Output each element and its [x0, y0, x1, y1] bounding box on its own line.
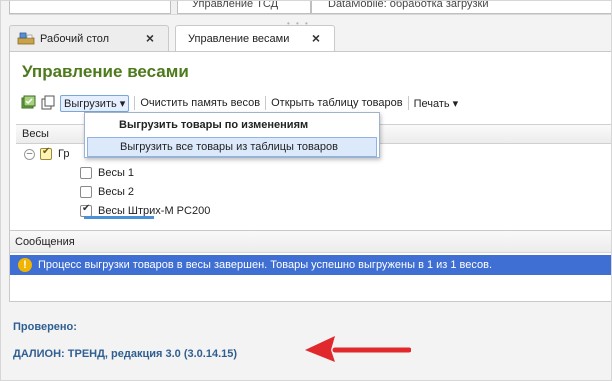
chevron-down-icon: ▾	[119, 97, 126, 110]
app-window: Управление ТСД DataMobile: обработка заг…	[0, 0, 612, 381]
group-checkbox[interactable]	[40, 146, 52, 160]
top-field-0[interactable]	[9, 1, 171, 14]
warning-icon: !	[18, 258, 32, 272]
unload-dropdown-menu: Выгрузить товары по изменениям Выгрузить…	[84, 112, 380, 158]
edit-check-icon[interactable]	[20, 95, 36, 111]
chevron-down-icon: ▾	[452, 97, 459, 110]
page-title: Управление весами	[22, 62, 189, 81]
unload-label: Выгрузить	[64, 97, 117, 110]
open-table-button[interactable]: Открыть таблицу товаров	[271, 97, 402, 109]
print-dropdown-button[interactable]: Печать ▾	[414, 97, 459, 110]
clear-memory-button[interactable]: Очистить память весов	[140, 97, 260, 109]
top-panel-strip: Управление ТСД DataMobile: обработка заг…	[9, 1, 611, 15]
toolbar: Выгрузить ▾ Очистить память весов Открыт…	[20, 92, 458, 114]
desktop-icon	[17, 32, 35, 45]
table-row[interactable]: Весы 1	[80, 164, 134, 182]
scale-checkbox[interactable]	[80, 167, 92, 179]
menu-item-unload-all[interactable]: Выгрузить все товары из таблицы товаров	[87, 137, 377, 157]
toolbar-divider	[265, 96, 267, 110]
release-link[interactable]: ДАЛИОН: ТРЕНД, редакция 3.0 (3.0.14.15)	[13, 348, 237, 360]
scale-label: Весы 2	[98, 186, 135, 198]
selected-row-marker	[84, 216, 154, 219]
scale-checkbox[interactable]	[80, 186, 92, 198]
collapse-toggle-icon[interactable]: –	[24, 148, 35, 160]
group-label: Гр	[58, 148, 70, 160]
unload-dropdown-button[interactable]: Выгрузить ▾	[60, 94, 130, 112]
tab-desktop[interactable]: Рабочий стол ×	[9, 25, 169, 51]
copy-icon[interactable]	[40, 95, 56, 111]
tab-desktop-label: Рабочий стол	[40, 32, 110, 45]
red-arrow-icon	[305, 336, 411, 362]
tab-desktop-close-icon[interactable]: ×	[146, 30, 154, 46]
toolbar-divider	[407, 96, 409, 110]
tab-scales-management[interactable]: Управление весами ×	[175, 25, 335, 52]
table-row[interactable]: Весы 2	[80, 183, 134, 201]
toolbar-divider	[134, 96, 136, 110]
tree-group-row[interactable]: – Гр	[24, 145, 69, 163]
article-footer: Проверено: ДАЛИОН: ТРЕНД, редакция 3.0 (…	[1, 304, 611, 380]
menu-item-unload-changes[interactable]: Выгрузить товары по изменениям	[87, 115, 377, 135]
top-field-tsd[interactable]: Управление ТСД	[177, 1, 311, 14]
message-line[interactable]: ! Процесс выгрузки товаров в весы заверш…	[10, 255, 611, 275]
top-field-datamobile[interactable]: DataMobile: обработка загрузки	[311, 1, 611, 14]
messages-panel: Сообщения ! Процесс выгрузки товаров в в…	[9, 230, 611, 302]
scale-label: Весы 1	[98, 167, 135, 179]
message-text: Процесс выгрузки товаров в весы завершен…	[38, 259, 493, 271]
messages-title: Сообщения	[10, 231, 611, 253]
tab-scales-label: Управление весами	[188, 33, 290, 45]
tab-scales-close-icon[interactable]: ×	[312, 30, 320, 46]
checked-label: Проверено:	[13, 321, 77, 333]
print-label: Печать	[413, 97, 450, 110]
